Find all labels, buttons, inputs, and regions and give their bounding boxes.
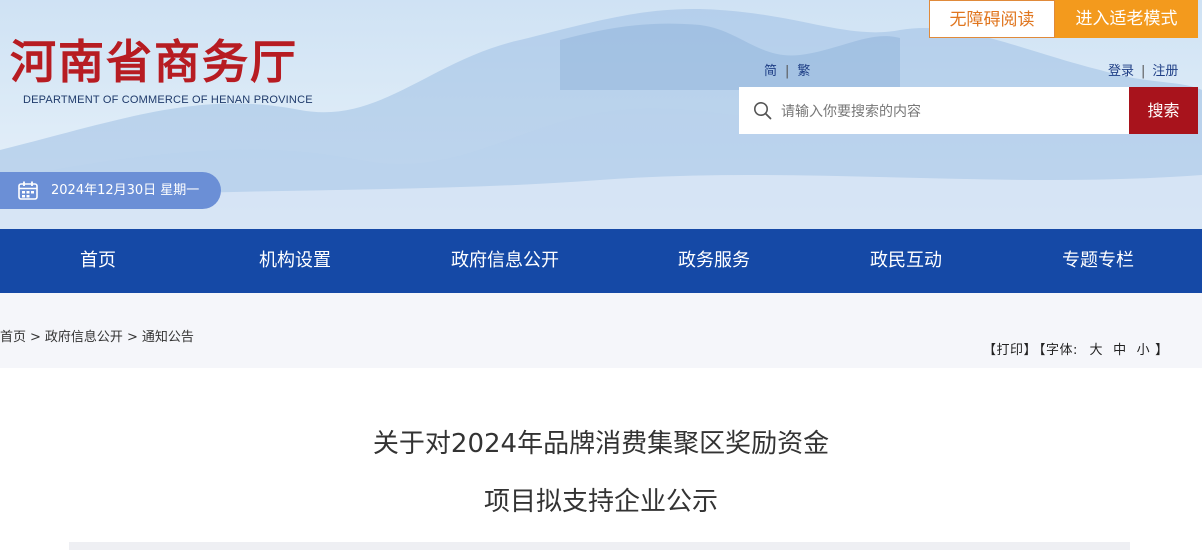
accessibility-reading-button[interactable]: 无障碍阅读: [929, 0, 1055, 38]
font-size-suffix: 】: [1155, 343, 1169, 358]
nav-item-home[interactable]: 首页: [58, 229, 138, 293]
print-link[interactable]: 【打印】: [983, 343, 1037, 358]
site-subtitle: DEPARTMENT OF COMMERCE OF HENAN PROVINCE: [23, 94, 313, 106]
date-badge: 2024年12月30日 星期一: [0, 172, 221, 209]
search-box: [739, 87, 1129, 136]
breadcrumb-separator: >: [30, 330, 41, 345]
auth-links: 登录 | 注册: [1108, 60, 1178, 79]
nav-item-organization[interactable]: 机构设置: [235, 229, 355, 293]
font-size-large[interactable]: 大: [1090, 343, 1104, 358]
site-title: 河南省商务厅: [10, 35, 298, 89]
search-icon: [754, 102, 772, 120]
login-link[interactable]: 登录: [1108, 64, 1134, 79]
nav-item-gov-info[interactable]: 政府信息公开: [435, 229, 575, 293]
auth-separator: |: [1141, 64, 1146, 79]
elder-mode-button[interactable]: 进入适老模式: [1055, 0, 1198, 38]
article-tools: 【打印】 【字体: 大中小】: [983, 339, 1171, 358]
font-size-label: 【字体:: [1039, 343, 1078, 358]
breadcrumb: 首页 > 政府信息公开 > 通知公告: [0, 326, 194, 345]
font-size-small[interactable]: 小: [1137, 343, 1151, 358]
calendar-icon: [18, 181, 38, 200]
search-button[interactable]: 搜索: [1129, 87, 1198, 134]
lang-separator: |: [785, 64, 790, 79]
nav-item-gov-services[interactable]: 政务服务: [654, 229, 774, 293]
breadcrumb-gov-info[interactable]: 政府信息公开: [45, 330, 123, 345]
font-size-medium[interactable]: 中: [1113, 343, 1127, 358]
search-input[interactable]: [779, 87, 1123, 136]
header-banner: 河南省商务厅 DEPARTMENT OF COMMERCE OF HENAN P…: [0, 0, 1202, 229]
lang-traditional-link[interactable]: 繁: [797, 64, 810, 79]
register-link[interactable]: 注册: [1152, 64, 1178, 79]
breadcrumb-separator: >: [126, 330, 138, 345]
breadcrumb-notices[interactable]: 通知公告: [142, 330, 194, 345]
main-nav: 首页 机构设置 政府信息公开 政务服务 政民互动 专题专栏: [0, 229, 1202, 293]
current-date: 2024年12月30日 星期一: [51, 183, 200, 198]
nav-item-topics[interactable]: 专题专栏: [1038, 229, 1158, 293]
language-switcher: 简 | 繁: [764, 60, 810, 79]
nav-item-interaction[interactable]: 政民互动: [846, 229, 966, 293]
article-title-line-1: 关于对2024年品牌消费集聚区奖励资金: [372, 429, 830, 459]
article-title-line-2: 项目拟支持企业公示: [483, 487, 718, 517]
article-info-bar: [69, 542, 1130, 550]
lang-simplified-link[interactable]: 简: [764, 64, 777, 79]
breadcrumb-home[interactable]: 首页: [0, 330, 26, 345]
breadcrumb-bar: 首页 > 政府信息公开 > 通知公告 【打印】 【字体: 大中小】: [0, 293, 1202, 368]
